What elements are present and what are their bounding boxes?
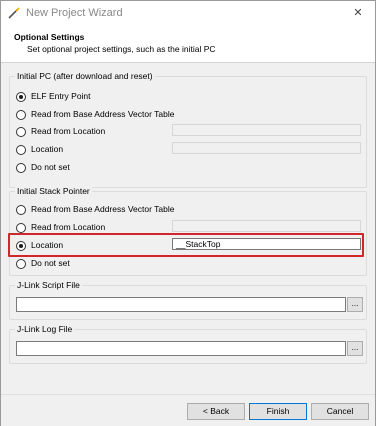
- pc-read-location-input[interactable]: [172, 124, 361, 136]
- radio-indicator[interactable]: [16, 163, 26, 173]
- wizard-content: Initial PC (after download and reset) EL…: [1, 63, 375, 394]
- jlink-script-input[interactable]: [16, 297, 346, 312]
- radio-label: ELF Entry Point: [31, 91, 91, 101]
- jlink-log-input[interactable]: [16, 341, 346, 356]
- radio-label: Read from Location: [31, 222, 106, 232]
- wizard-footer: < Back Finish Cancel: [1, 394, 375, 426]
- radio-label: Read from Base Address Vector Table: [31, 204, 175, 214]
- page-title: Optional Settings: [14, 32, 85, 42]
- close-button[interactable]: ✕: [349, 4, 367, 22]
- finish-button[interactable]: Finish: [249, 403, 307, 420]
- location-highlight-frame: [8, 233, 364, 257]
- wizard-header: Optional Settings Set optional project s…: [1, 25, 375, 63]
- radio-label: Read from Base Address Vector Table: [31, 109, 175, 119]
- radio-label: Do not set: [31, 258, 70, 268]
- jlink-script-label: J-Link Script File: [15, 280, 82, 290]
- initial-pc-group-label: Initial PC (after download and reset): [15, 71, 155, 81]
- back-button[interactable]: < Back: [187, 403, 245, 420]
- jlink-log-label: J-Link Log File: [15, 324, 75, 334]
- radio-label: Location: [31, 144, 64, 154]
- sp-read-location-input[interactable]: [172, 220, 361, 232]
- radio-label: Do not set: [31, 162, 70, 172]
- pc-location-input[interactable]: [172, 142, 361, 154]
- page-subtitle: Set optional project settings, such as t…: [27, 44, 216, 54]
- radio-indicator[interactable]: [16, 127, 26, 137]
- radio-indicator[interactable]: [16, 259, 26, 269]
- jlink-log-browse-button[interactable]: ...: [347, 341, 363, 356]
- initial-pc-group: Initial PC (after download and reset) EL…: [9, 71, 367, 188]
- jlink-script-browse-button[interactable]: ...: [347, 297, 363, 312]
- jlink-script-group: J-Link Script File ...: [9, 280, 367, 320]
- close-icon: ✕: [353, 7, 363, 19]
- wand-icon: [8, 7, 20, 19]
- wizard-window: New Project Wizard ✕ Optional Settings S…: [0, 0, 376, 426]
- radio-indicator[interactable]: [16, 205, 26, 215]
- radio-indicator[interactable]: [16, 92, 26, 102]
- title-bar: New Project Wizard ✕: [1, 1, 375, 25]
- radio-indicator[interactable]: [16, 110, 26, 120]
- window-title: New Project Wizard: [26, 7, 123, 19]
- initial-sp-group-label: Initial Stack Pointer: [15, 186, 92, 196]
- jlink-log-group: J-Link Log File ...: [9, 324, 367, 364]
- radio-label: Read from Location: [31, 126, 106, 136]
- cancel-button[interactable]: Cancel: [311, 403, 369, 420]
- radio-indicator[interactable]: [16, 145, 26, 155]
- radio-indicator[interactable]: [16, 223, 26, 233]
